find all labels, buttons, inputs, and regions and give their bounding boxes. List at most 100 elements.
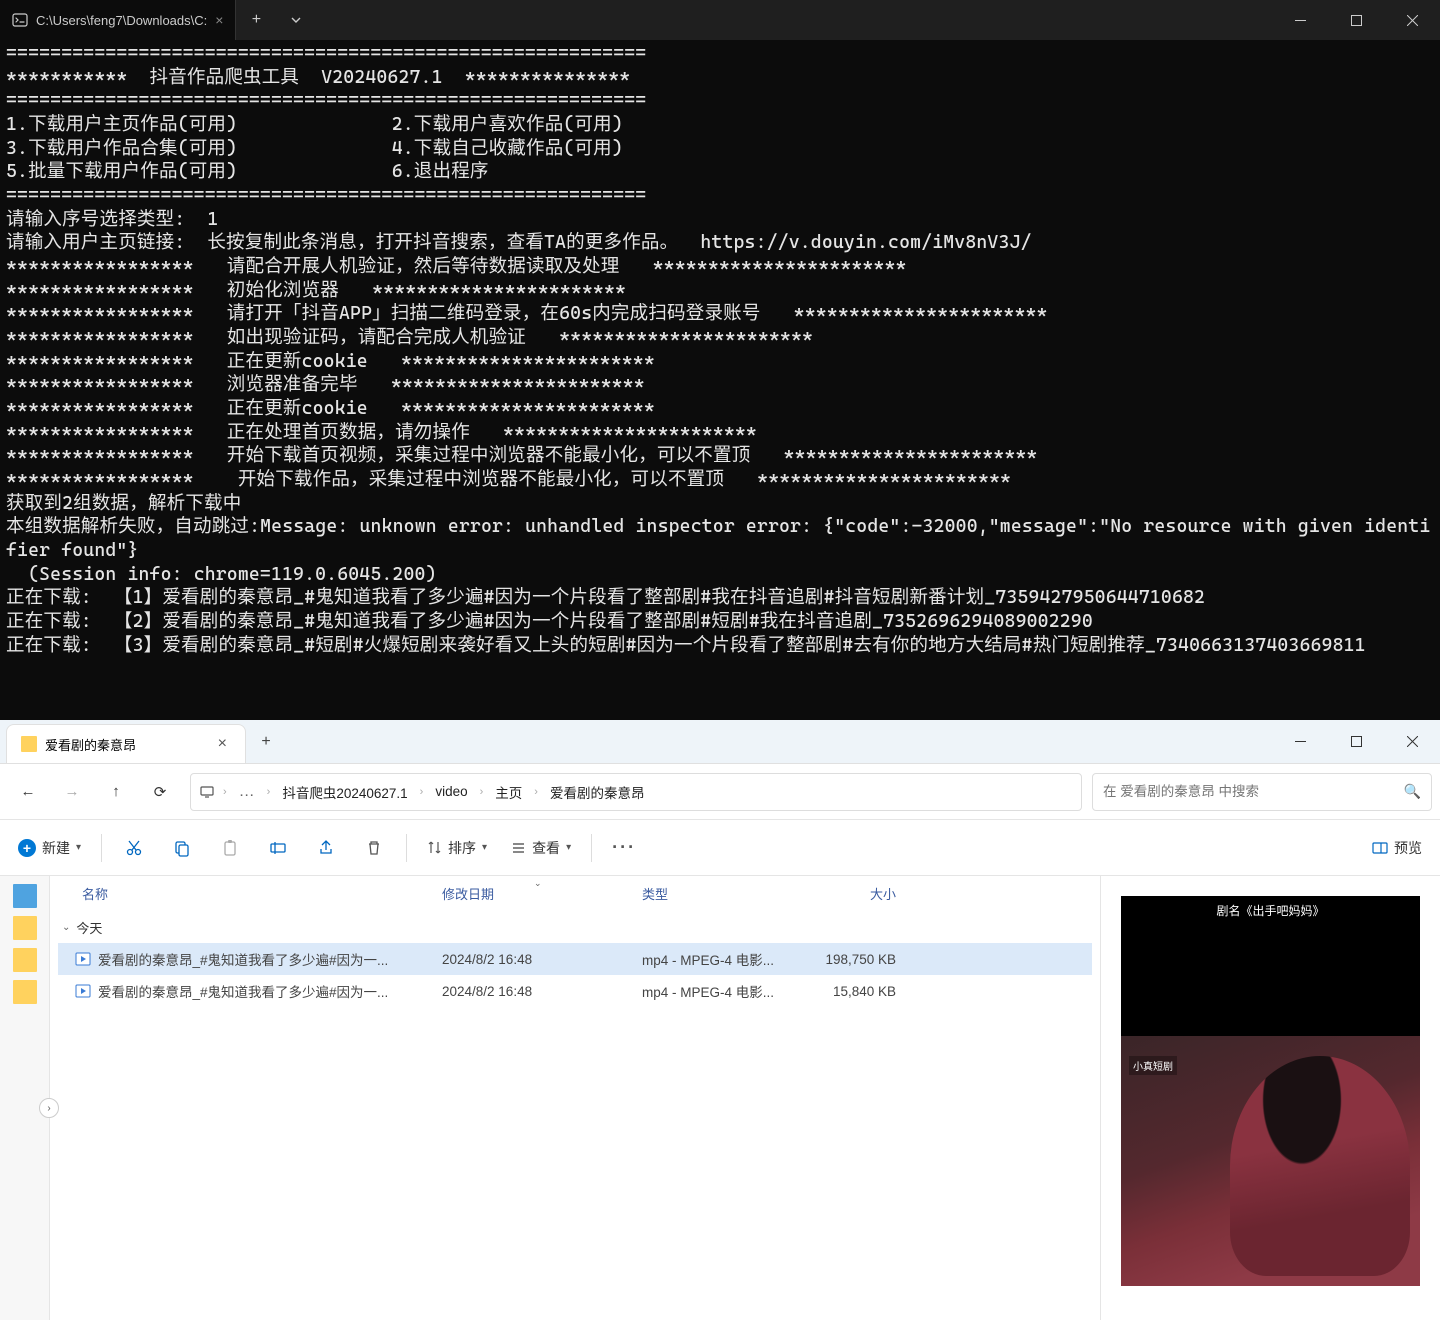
rename-icon: [269, 839, 287, 857]
file-size: 15,840 KB: [804, 984, 904, 999]
explorer-content: › 名称 ⌄修改日期 类型 大小 ⌄ 今天 爱看剧的秦意昂_#鬼知道我看了多少遍…: [0, 876, 1440, 1320]
cut-button[interactable]: [112, 826, 156, 870]
trash-icon: [365, 839, 383, 857]
close-icon[interactable]: ×: [214, 733, 231, 755]
new-tab-button[interactable]: +: [236, 0, 276, 40]
preview-toggle[interactable]: 预览: [1362, 832, 1432, 864]
explorer-window: 爱看剧的秦意昂 × + ← → ↑ ⟳ › … › 抖音爬虫20240627.1…: [0, 720, 1440, 1320]
new-label: 新建: [42, 838, 70, 858]
new-button[interactable]: + 新建 ▾: [8, 832, 91, 864]
rename-button[interactable]: [256, 826, 300, 870]
explorer-tab-title: 爱看剧的秦意昂: [45, 735, 206, 754]
window-controls: [1272, 720, 1440, 763]
view-label: 查看: [532, 838, 560, 858]
view-button[interactable]: 查看 ▾: [501, 832, 581, 864]
column-type[interactable]: 类型: [634, 884, 804, 903]
column-size[interactable]: 大小: [804, 884, 904, 903]
file-list-area: 名称 ⌄修改日期 类型 大小 ⌄ 今天 爱看剧的秦意昂_#鬼知道我看了多少遍#因…: [50, 876, 1100, 1320]
chevron-down-icon: ▾: [482, 842, 487, 853]
plus-icon: +: [18, 839, 36, 857]
group-today[interactable]: ⌄ 今天: [58, 912, 1092, 943]
preview-icon: [1372, 840, 1388, 856]
explorer-tab[interactable]: 爱看剧的秦意昂 ×: [6, 724, 246, 763]
column-name[interactable]: 名称: [74, 884, 434, 903]
video-file-icon: [74, 950, 92, 968]
breadcrumb-item[interactable]: 爱看剧的秦意昂: [546, 780, 649, 804]
sidebar: ›: [0, 876, 50, 1320]
file-type: mp4 - MPEG-4 电影...: [634, 949, 804, 969]
sidebar-item[interactable]: [13, 884, 37, 908]
terminal-output[interactable]: ========================================…: [0, 40, 1440, 720]
back-button[interactable]: ←: [8, 772, 48, 812]
group-label: 今天: [76, 918, 102, 937]
explorer-nav: ← → ↑ ⟳ › … › 抖音爬虫20240627.1 › video › 主…: [0, 764, 1440, 820]
terminal-icon: [12, 12, 28, 28]
maximize-icon: [1351, 736, 1362, 747]
share-button[interactable]: [304, 826, 348, 870]
maximize-icon: [1351, 15, 1362, 26]
file-list-header: 名称 ⌄修改日期 类型 大小: [58, 876, 1092, 912]
close-button[interactable]: [1384, 0, 1440, 40]
preview-label: 小真短剧: [1129, 1056, 1177, 1075]
explorer-toolbar: + 新建 ▾ 排序 ▾ 查看 ▾ ··· 预览: [0, 820, 1440, 876]
sidebar-item[interactable]: [13, 948, 37, 972]
column-date[interactable]: ⌄修改日期: [434, 884, 634, 903]
view-icon: [511, 840, 526, 855]
breadcrumb[interactable]: › … › 抖音爬虫20240627.1 › video › 主页 › 爱看剧的…: [190, 773, 1082, 811]
chevron-right-icon: ›: [219, 786, 231, 798]
file-size: 198,750 KB: [804, 952, 904, 967]
minimize-icon: [1295, 736, 1306, 747]
terminal-tab[interactable]: C:\Users\feng7\Downloads\C: ×: [0, 0, 236, 40]
up-button[interactable]: ↑: [96, 772, 136, 812]
chevron-down-icon: ⌄: [62, 922, 70, 933]
search-icon[interactable]: 🔍: [1404, 783, 1421, 800]
sidebar-item[interactable]: [13, 916, 37, 940]
search-input[interactable]: [1103, 784, 1404, 799]
close-button[interactable]: [1384, 720, 1440, 763]
maximize-button[interactable]: [1328, 720, 1384, 763]
cut-icon: [125, 839, 143, 857]
breadcrumb-item[interactable]: video: [431, 782, 471, 801]
chevron-down-icon: [290, 14, 302, 26]
breadcrumb-overflow[interactable]: …: [235, 783, 259, 801]
sidebar-expand-button[interactable]: ›: [39, 1098, 59, 1118]
delete-button[interactable]: [352, 826, 396, 870]
file-row[interactable]: 爱看剧的秦意昂_#鬼知道我看了多少遍#因为一... 2024/8/2 16:48…: [58, 943, 1092, 975]
terminal-window: C:\Users\feng7\Downloads\C: × + ========…: [0, 0, 1440, 720]
close-icon: [1407, 736, 1418, 747]
more-button[interactable]: ···: [602, 826, 646, 870]
minimize-icon: [1295, 15, 1306, 26]
chevron-down-icon: ▾: [566, 842, 571, 853]
chevron-right-icon: ›: [530, 786, 542, 798]
preview-pane: 剧名《出手吧妈妈》 小真短剧: [1100, 876, 1440, 1320]
paste-button[interactable]: [208, 826, 252, 870]
window-controls: [1272, 0, 1440, 40]
forward-button[interactable]: →: [52, 772, 92, 812]
sort-button[interactable]: 排序 ▾: [417, 832, 497, 864]
share-icon: [317, 839, 335, 857]
refresh-button[interactable]: ⟳: [140, 772, 180, 812]
video-preview[interactable]: 剧名《出手吧妈妈》 小真短剧: [1121, 896, 1420, 1286]
sidebar-item[interactable]: [13, 980, 37, 1004]
tab-dropdown-button[interactable]: [276, 0, 316, 40]
file-name: 爱看剧的秦意昂_#鬼知道我看了多少遍#因为一...: [98, 949, 434, 969]
minimize-button[interactable]: [1272, 0, 1328, 40]
file-row[interactable]: 爱看剧的秦意昂_#鬼知道我看了多少遍#因为一... 2024/8/2 16:48…: [58, 975, 1092, 1007]
file-date: 2024/8/2 16:48: [434, 984, 634, 999]
sort-indicator: ⌄: [534, 878, 542, 889]
chevron-right-icon: ›: [263, 786, 275, 798]
new-tab-button[interactable]: +: [246, 720, 286, 763]
chevron-right-icon: ›: [476, 786, 488, 798]
search-box[interactable]: 🔍: [1092, 773, 1432, 811]
file-date: 2024/8/2 16:48: [434, 952, 634, 967]
folder-icon: [21, 736, 37, 752]
minimize-button[interactable]: [1272, 720, 1328, 763]
close-icon[interactable]: ×: [215, 12, 223, 28]
copy-button[interactable]: [160, 826, 204, 870]
file-type: mp4 - MPEG-4 电影...: [634, 981, 804, 1001]
breadcrumb-item[interactable]: 抖音爬虫20240627.1: [278, 780, 411, 804]
copy-icon: [173, 839, 191, 857]
video-file-icon: [74, 982, 92, 1000]
maximize-button[interactable]: [1328, 0, 1384, 40]
breadcrumb-item[interactable]: 主页: [491, 780, 526, 804]
